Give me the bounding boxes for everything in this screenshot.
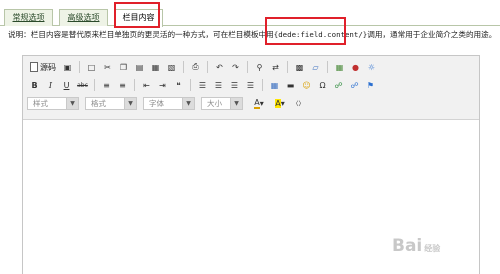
separator — [183, 61, 184, 73]
separator — [94, 79, 95, 91]
tab-bar: 常规选项 高级选项 栏目内容 — [0, 0, 500, 27]
style-select-value: 样式 — [33, 98, 48, 108]
anchor-icon[interactable]: ⚑ — [363, 78, 378, 92]
separator — [134, 79, 135, 91]
description-text: 说明：栏目内容是替代原来栏目单独页的更灵活的一种方式，可在栏目模板中用{dede… — [8, 29, 496, 40]
separator — [190, 79, 191, 91]
document-icon — [30, 62, 38, 72]
source-label: 源码 — [40, 62, 56, 72]
horizontal-rule-icon[interactable]: ▬ — [283, 78, 298, 92]
separator — [79, 61, 80, 73]
cut-icon[interactable]: ✂ — [100, 60, 115, 74]
remove-format-icon[interactable]: ▱ — [308, 60, 323, 74]
watermark-brand: Bai — [392, 236, 423, 256]
font-select[interactable]: 字体 ▼ — [143, 96, 195, 110]
copy-icon[interactable]: ❐ — [116, 60, 131, 74]
tab-general-options[interactable]: 常规选项 — [4, 9, 53, 26]
highlight-box-tab — [114, 2, 160, 28]
size-select-value: 大小 — [207, 98, 222, 108]
editor-toolbar: 源码 ▣ □ ✂ ❐ ▤ ▦ ▧ ⎙ ↶ ↷ ⚲ ⇄ ▩ ▱ ▦ ● ☼ B I… — [23, 56, 479, 120]
paste-icon[interactable]: ▤ — [132, 60, 147, 74]
align-center-icon[interactable]: ☰ — [211, 78, 226, 92]
background-color-button[interactable]: A ▾ — [270, 96, 290, 110]
format-select[interactable]: 格式 ▼ — [85, 96, 137, 110]
size-select[interactable]: 大小 ▼ — [201, 96, 243, 110]
select-all-icon[interactable]: ▩ — [292, 60, 307, 74]
paste-word-icon[interactable]: ▧ — [164, 60, 179, 74]
separator — [207, 61, 208, 73]
strikethrough-button[interactable]: abc — [75, 78, 90, 92]
align-justify-icon[interactable]: ☰ — [243, 78, 258, 92]
print-icon[interactable]: ⎙ — [188, 60, 203, 74]
chevron-down-icon: ▼ — [124, 97, 136, 109]
outdent-icon[interactable]: ⇤ — [139, 78, 154, 92]
blockquote-icon[interactable]: ❝ — [171, 78, 186, 92]
background-color-letter: A — [275, 98, 281, 108]
code-icon[interactable]: 〈〉 — [291, 96, 306, 110]
bullet-list-icon[interactable]: ≡ — [115, 78, 130, 92]
format-select-value: 格式 — [91, 98, 106, 108]
find-icon[interactable]: ⚲ — [252, 60, 267, 74]
font-select-value: 字体 — [149, 98, 164, 108]
preview-icon[interactable]: ▣ — [60, 60, 75, 74]
table-icon[interactable]: ▦ — [267, 78, 282, 92]
italic-button[interactable]: I — [43, 78, 58, 92]
tab-label: 常规选项 — [12, 13, 45, 22]
text-color-button[interactable]: A ▾ — [249, 96, 269, 110]
chevron-down-icon: ▼ — [182, 97, 194, 109]
indent-icon[interactable]: ⇥ — [155, 78, 170, 92]
description-suffix: 调用，通常用于企业简介之类的用途。 — [367, 30, 497, 39]
toolbar-row-3: 样式 ▼ 格式 ▼ 字体 ▼ 大小 ▼ A ▾ A ▾ 〈〉 — [27, 95, 306, 111]
text-color-letter: A — [254, 97, 260, 109]
tab-advanced-options[interactable]: 高级选项 — [59, 9, 108, 26]
toolbar-row-2: B I U abc ≡ ≡ ⇤ ⇥ ❝ ☰ ☰ ☰ ☰ ▦ ▬ ☺ Ω ☍ ☍ … — [27, 77, 378, 93]
separator — [287, 61, 288, 73]
source-button[interactable]: 源码 — [27, 60, 59, 74]
watermark-suffix: 经验 — [424, 244, 441, 253]
link-icon[interactable]: ☍ — [331, 78, 346, 92]
separator — [262, 79, 263, 91]
replace-icon[interactable]: ⇄ — [268, 60, 283, 74]
tab-label: 高级选项 — [67, 13, 100, 22]
highlight-box-code — [265, 17, 346, 45]
unlink-icon[interactable]: ☍ — [347, 78, 362, 92]
align-right-icon[interactable]: ☰ — [227, 78, 242, 92]
separator — [327, 61, 328, 73]
description-prefix: 说明：栏目内容是替代原来栏目单独页的更灵活的一种方式，可在栏目模板中用 — [8, 30, 274, 39]
redo-icon[interactable]: ↷ — [228, 60, 243, 74]
chevron-down-icon: ▼ — [230, 97, 242, 109]
numbered-list-icon[interactable]: ≡ — [99, 78, 114, 92]
chevron-down-icon: ▼ — [66, 97, 78, 109]
watermark-logo: Bai 经验 — [392, 236, 440, 256]
new-page-icon[interactable]: □ — [84, 60, 99, 74]
flash-icon[interactable]: ● — [348, 60, 363, 74]
paste-text-icon[interactable]: ▦ — [148, 60, 163, 74]
globe-icon[interactable]: ☼ — [364, 60, 379, 74]
smiley-icon[interactable]: ☺ — [299, 78, 314, 92]
bold-button[interactable]: B — [27, 78, 42, 92]
special-char-icon[interactable]: Ω — [315, 78, 330, 92]
style-select[interactable]: 样式 ▼ — [27, 96, 79, 110]
image-icon[interactable]: ▦ — [332, 60, 347, 74]
align-left-icon[interactable]: ☰ — [195, 78, 210, 92]
toolbar-row-1: 源码 ▣ □ ✂ ❐ ▤ ▦ ▧ ⎙ ↶ ↷ ⚲ ⇄ ▩ ▱ ▦ ● ☼ — [27, 59, 379, 75]
separator — [247, 61, 248, 73]
undo-icon[interactable]: ↶ — [212, 60, 227, 74]
underline-button[interactable]: U — [59, 78, 74, 92]
